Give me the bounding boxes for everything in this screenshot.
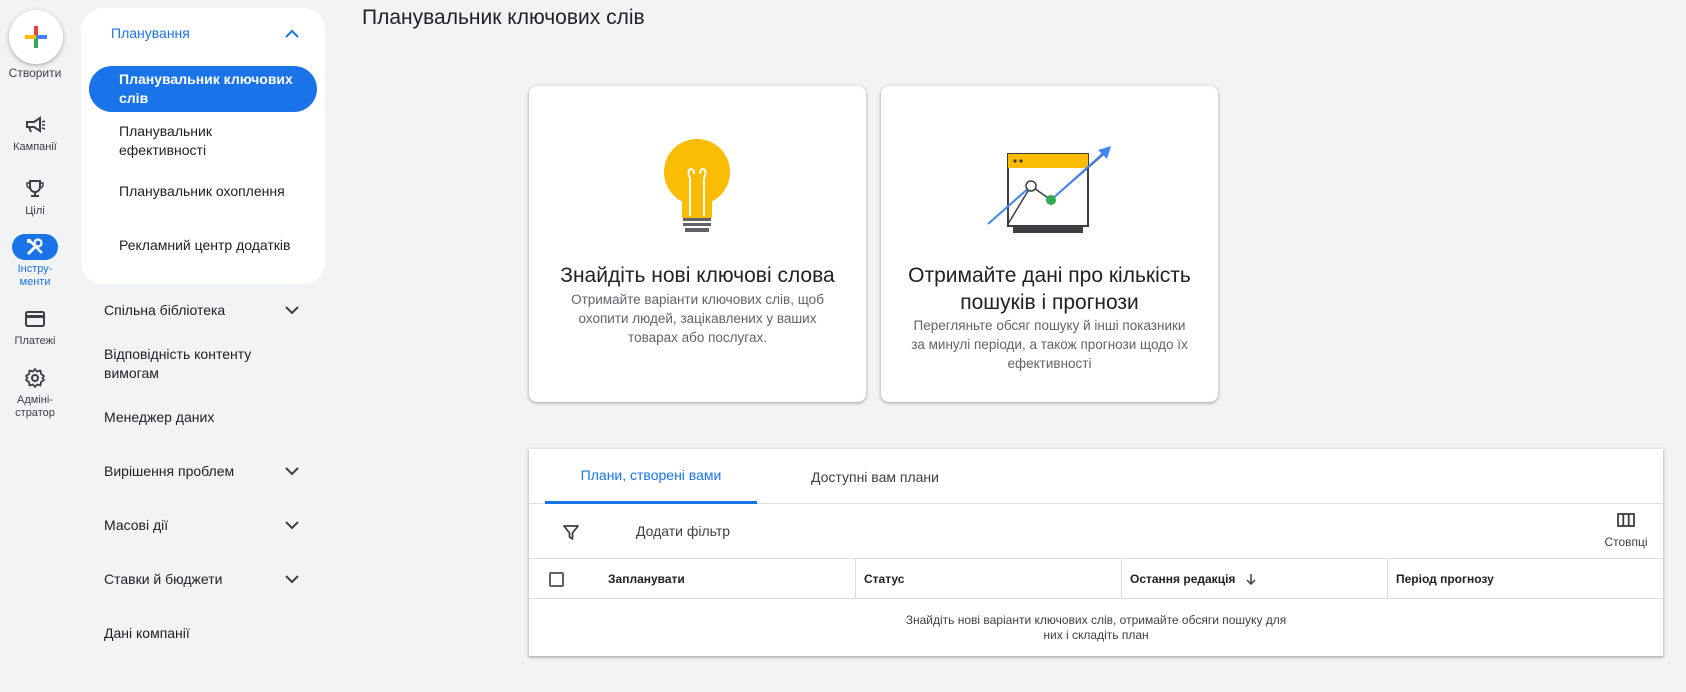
left-rail: Створити Кампанії Цілі Інстру- менти Пла… xyxy=(0,0,70,692)
card-search-volume-forecasts[interactable]: Отримайте дані про кількість пошуків і п… xyxy=(881,86,1218,402)
column-header-last-modified[interactable]: Остання редакція xyxy=(1122,559,1387,599)
nav-item-shared-library[interactable]: Спільна бібліотека xyxy=(81,299,325,321)
filter-icon[interactable] xyxy=(562,523,580,541)
nav-item-bids-budgets[interactable]: Ставки й бюджети xyxy=(81,568,325,590)
trophy-icon xyxy=(12,176,58,202)
gear-icon xyxy=(12,365,58,391)
chevron-down-icon xyxy=(285,520,299,529)
rail-item-admin[interactable]: Адміні- стратор xyxy=(0,365,70,420)
card-title: Отримайте дані про кількість пошуків і п… xyxy=(908,264,1191,314)
nav-group-planning: Планування Планувальник ключових слів Пл… xyxy=(81,8,325,284)
create-label: Створити xyxy=(8,66,62,80)
card-discover-keywords[interactable]: Знайдіть нові ключові слова Отримайте ва… xyxy=(529,86,866,402)
rail-item-goals[interactable]: Цілі xyxy=(0,176,70,218)
card-description: Перегляньте обсяг пошуку й інші показник… xyxy=(911,318,1188,371)
add-filter-button[interactable]: Додати фільтр xyxy=(636,523,730,539)
chevron-down-icon xyxy=(285,574,299,583)
tab-my-plans[interactable]: Плани, створені вами xyxy=(545,449,757,504)
nav-sub-reach-planner[interactable]: Планувальник охоплення xyxy=(89,166,317,216)
column-header-status[interactable]: Статус xyxy=(856,559,1121,599)
chevron-down-icon xyxy=(285,305,299,314)
plus-icon xyxy=(25,26,47,48)
nav-item-content-suitability[interactable]: Відповідність контенту вимогам xyxy=(81,344,281,384)
nav-item-business-data[interactable]: Дані компанії xyxy=(81,622,325,644)
plans-panel: Плани, створені вами Доступні вам плани … xyxy=(529,449,1663,656)
columns-button[interactable]: Стовпці xyxy=(1601,512,1651,549)
filter-bar: Додати фільтр Стовпці xyxy=(529,504,1663,559)
rail-item-tools[interactable]: Інстру- менти xyxy=(0,234,70,289)
column-header-plan[interactable]: Запланувати xyxy=(600,559,855,599)
rail-item-billing[interactable]: Платежі xyxy=(0,306,70,348)
plans-tabs: Плани, створені вами Доступні вам плани xyxy=(529,449,1663,504)
page-title: Планувальник ключових слів xyxy=(362,6,645,29)
nav-item-troubleshooting[interactable]: Вирішення проблем xyxy=(81,460,325,482)
rail-item-campaigns[interactable]: Кампанії xyxy=(0,112,70,154)
nav-sub-performance-planner[interactable]: Планувальник ефективності xyxy=(89,116,317,166)
nav-sub-keyword-planner[interactable]: Планувальник ключових слів xyxy=(89,66,317,112)
megaphone-icon xyxy=(12,112,58,138)
card-title: Знайдіть нові ключові слова xyxy=(560,264,835,287)
nav-item-bulk-actions[interactable]: Масові дії xyxy=(81,514,325,536)
nav-group-planning-header[interactable]: Планування xyxy=(89,18,317,48)
chevron-down-icon xyxy=(285,466,299,475)
empty-state-text: Знайдіть нові варіанти ключових слів, от… xyxy=(905,613,1287,642)
columns-icon xyxy=(1617,513,1635,527)
nav-group-title: Планування xyxy=(111,25,190,41)
column-header-forecast-period[interactable]: Період прогнозу xyxy=(1388,559,1663,599)
create-button[interactable] xyxy=(9,10,63,64)
card-description: Отримайте варіанти ключових слів, щоб ох… xyxy=(571,292,824,345)
columns-label: Стовпці xyxy=(1604,535,1648,549)
tab-shared-plans[interactable]: Доступні вам плани xyxy=(781,449,969,504)
nav-item-data-manager[interactable]: Менеджер даних xyxy=(81,406,325,428)
nav-panel: Планування Планувальник ключових слів Пл… xyxy=(81,0,325,641)
arrow-down-icon xyxy=(1246,574,1256,585)
chevron-up-icon xyxy=(285,29,299,38)
select-all-checkbox[interactable] xyxy=(549,572,564,587)
tools-icon xyxy=(12,234,58,260)
table-header: Запланувати Статус Остання редакція Пері… xyxy=(529,559,1663,599)
nav-sub-app-advertising-hub[interactable]: Рекламний центр додатків xyxy=(89,220,317,270)
lightbulb-icon xyxy=(664,139,730,232)
trend-chart-icon xyxy=(987,146,1111,233)
credit-card-icon xyxy=(12,306,58,332)
